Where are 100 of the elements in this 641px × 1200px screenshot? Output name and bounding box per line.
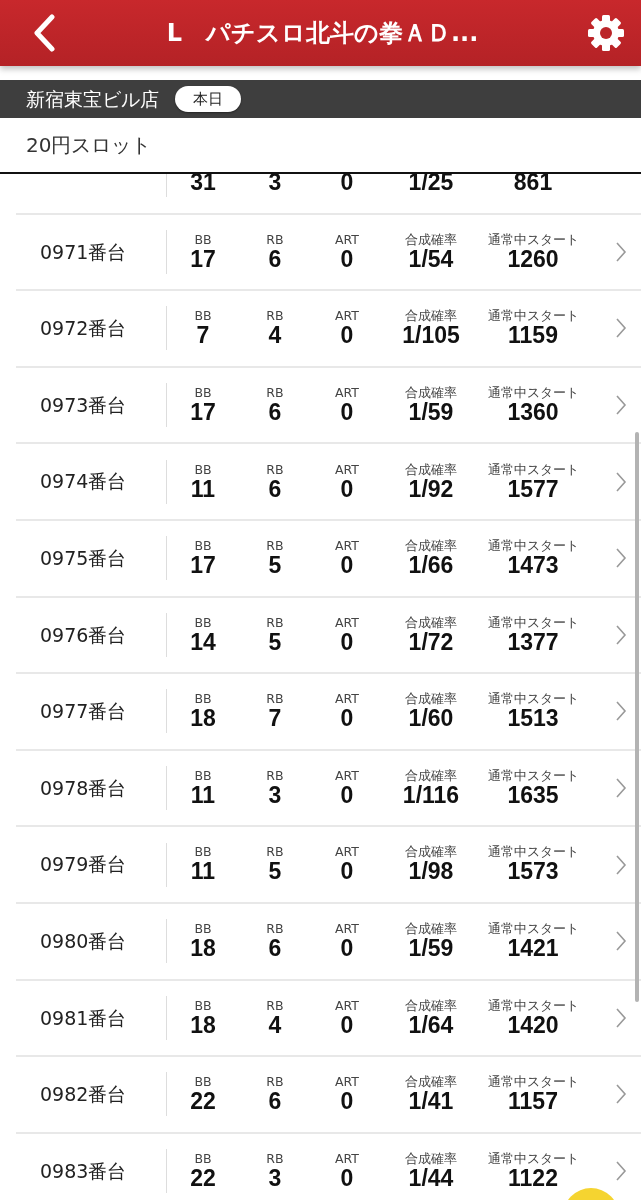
machine-number[interactable]: 0973番台 xyxy=(40,393,127,416)
chevron-icon[interactable] xyxy=(615,1083,627,1106)
machine-number[interactable]: 0982番台 xyxy=(40,1083,127,1106)
stat-value: 1159 xyxy=(508,323,558,349)
machine-number[interactable]: 0980番台 xyxy=(40,930,127,952)
column-label: RB xyxy=(266,1074,284,1090)
stat-value: 1420 xyxy=(507,1012,559,1038)
column-label: ART xyxy=(335,921,359,937)
stat-value: 3 xyxy=(268,782,282,809)
column-label: 合成確率 xyxy=(405,308,457,324)
back-icon[interactable] xyxy=(32,14,58,52)
chevron-icon[interactable] xyxy=(615,930,627,953)
stat-value: 0 xyxy=(340,936,354,962)
column-label: 通常中スタート xyxy=(487,997,579,1013)
stat-value: 4 xyxy=(268,323,282,349)
machine-number[interactable]: 0979番台 xyxy=(40,853,127,876)
machine-number[interactable]: 0972番台 xyxy=(40,317,127,340)
machine-number[interactable]: 0981番台 xyxy=(40,1006,127,1029)
column-label: BB xyxy=(194,767,212,783)
chevron-icon[interactable] xyxy=(615,853,627,876)
column-label: ART xyxy=(335,461,359,477)
stat-value: 1/41 xyxy=(408,1089,454,1115)
chevron-icon[interactable] xyxy=(615,317,627,340)
machine-number[interactable]: 0978番台 xyxy=(40,776,127,799)
column-label: RB xyxy=(266,921,284,937)
stat-value: 6 xyxy=(268,246,282,273)
stat-value: 18 xyxy=(190,936,216,962)
chevron-icon[interactable] xyxy=(615,623,627,646)
stat-value: 0 xyxy=(340,706,354,732)
stat-value: 5 xyxy=(268,859,282,885)
settings-icon[interactable] xyxy=(587,14,625,52)
chevron-icon[interactable] xyxy=(615,1160,627,1182)
column-label: 通常中スタート xyxy=(487,461,579,477)
column-label: BB xyxy=(194,1150,212,1166)
column-label: 通常中スタート xyxy=(487,614,579,630)
column-label: ART xyxy=(335,844,359,860)
column-label: BB xyxy=(194,538,212,554)
column-label: ART xyxy=(335,231,359,247)
chevron-icon[interactable] xyxy=(615,777,627,800)
stat-value: 1/64 xyxy=(408,1012,454,1038)
chevron-icon[interactable] xyxy=(615,240,627,263)
stat-value: 17 xyxy=(190,553,216,579)
stat-value: 0 xyxy=(340,323,354,349)
column-label: RB xyxy=(266,1150,284,1166)
column-label: BB xyxy=(194,844,212,860)
machine-number[interactable]: 0983番台 xyxy=(40,1159,127,1182)
stat-value: 1473 xyxy=(507,553,559,579)
section-title: 20円スロット xyxy=(26,132,152,159)
stat-value: 0 xyxy=(340,859,354,885)
stat-value: 22 xyxy=(190,1089,216,1115)
stat-value: 7 xyxy=(268,706,282,732)
column-label: 通常中スタート xyxy=(487,1074,579,1090)
stat-value: 11 xyxy=(190,782,216,809)
column-label: ART xyxy=(335,1150,359,1166)
column-label: BB xyxy=(194,691,212,707)
chevron-icon[interactable] xyxy=(615,547,627,570)
column-label: 合成確率 xyxy=(405,1074,457,1090)
column-label: 合成確率 xyxy=(405,384,457,400)
stat-value: 6 xyxy=(268,399,282,426)
chevron-icon[interactable] xyxy=(615,470,627,493)
column-label: BB xyxy=(194,384,212,400)
column-label: 通常中スタート xyxy=(487,384,579,400)
stat-value: 17 xyxy=(190,246,216,273)
stat-value: 1157 xyxy=(508,1089,558,1115)
column-label: RB xyxy=(266,308,284,324)
column-label: RB xyxy=(266,461,284,477)
stat-value: 22 xyxy=(190,1165,216,1192)
stat-value: 1/98 xyxy=(408,859,454,885)
stat-value: 1635 xyxy=(507,782,559,809)
column-label: ART xyxy=(335,384,359,400)
machine-number[interactable]: 0976番台 xyxy=(40,623,127,646)
stat-value: 14 xyxy=(190,629,216,655)
column-label: RB xyxy=(266,767,284,783)
machine-number[interactable]: 0974番台 xyxy=(40,470,127,493)
column-label: RB xyxy=(266,614,284,630)
column-label: 通常中スタート xyxy=(487,538,579,554)
column-label: RB xyxy=(266,231,284,247)
stat-value: 6 xyxy=(268,476,282,502)
machine-number[interactable]: 0975番台 xyxy=(40,547,127,569)
stat-value: 1/116 xyxy=(402,782,460,809)
stat-value: 1/66 xyxy=(408,553,454,579)
stat-value: 1/105 xyxy=(402,323,460,349)
chevron-icon[interactable] xyxy=(615,394,627,417)
stat-value: 18 xyxy=(190,1012,216,1038)
machine-number[interactable]: 0977番台 xyxy=(40,700,127,723)
stat-value: 31 xyxy=(190,174,216,196)
stat-value: 1/59 xyxy=(408,399,454,426)
stat-value: 1122 xyxy=(508,1165,558,1192)
day-toggle[interactable]: 本日 xyxy=(175,85,241,113)
column-label: BB xyxy=(194,614,212,630)
column-label: 合成確率 xyxy=(405,231,457,247)
chevron-icon[interactable] xyxy=(615,700,627,723)
column-label: 合成確率 xyxy=(405,767,457,783)
stat-value: 1/25 xyxy=(408,174,454,196)
chevron-icon[interactable] xyxy=(615,1006,627,1029)
machine-number[interactable]: 0971番台 xyxy=(40,240,127,263)
column-label: RB xyxy=(266,691,284,707)
column-label: BB xyxy=(194,308,212,324)
stat-value: 5 xyxy=(268,629,282,655)
column-label: 通常中スタート xyxy=(487,231,579,247)
